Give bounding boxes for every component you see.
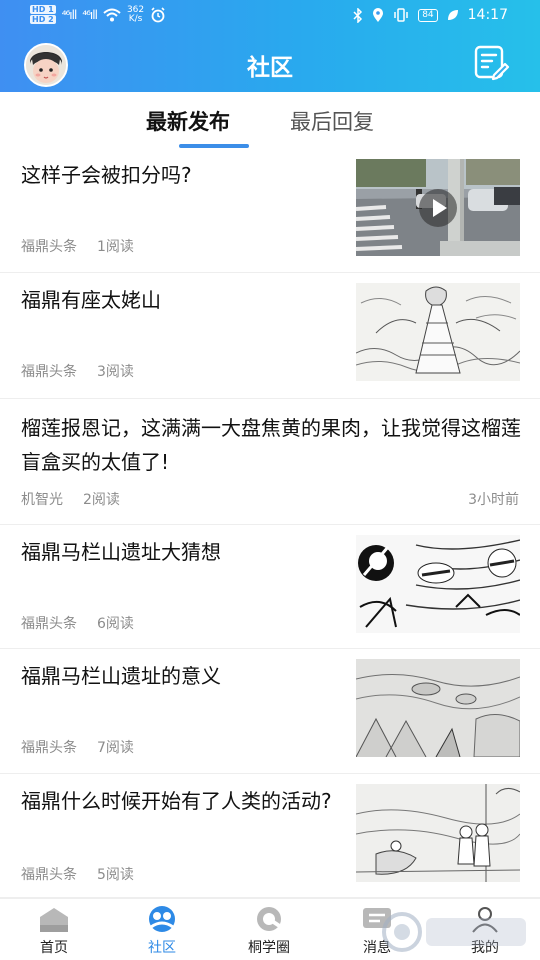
sim1-badge: HD 1 [30,5,56,14]
post-meta: 福鼎头条 3阅读 [21,361,154,381]
post-source: 福鼎头条 [21,867,77,883]
tab-community[interactable]: 社区 [127,905,197,957]
bottom-tab-bar: 首页 社区 桐学圈 消息 我的 [0,898,540,960]
sketch-goddess-image [356,283,520,381]
tab-last-reply[interactable]: 最后回复 [290,106,374,136]
community-icon [149,906,175,932]
post-reads: 2阅读 [83,492,120,508]
post-thumbnail-video[interactable] [356,159,520,256]
post-source: 机智光 [21,492,63,508]
signal1-icon: ⁴⁶ıll [61,7,78,22]
message-icon [363,908,391,928]
profile-icon [472,907,498,933]
post-meta: 福鼎头条 5阅读 [21,864,154,884]
alarm-icon [151,6,165,22]
post-item[interactable]: 榴莲报恩记，这满满一大盘焦黄的果肉，让我觉得这榴莲盲盒买的太值了! 机智光 2阅读… [0,399,540,525]
play-icon [419,189,457,227]
sketch-landscape-image [356,659,520,757]
feed-tabs: 最新发布 最后回复 [0,100,540,152]
circle-icon [257,907,283,931]
post-title: 榴莲报恩记，这满满一大盘焦黄的果肉，让我觉得这榴莲盲盒买的太值了! [21,416,521,474]
post-thumbnail[interactable] [356,659,520,757]
tab-circle[interactable]: 桐学圈 [234,905,304,957]
compose-post-button[interactable] [472,44,510,82]
signal2-icon: ⁴⁶ıll [82,7,98,22]
tab-home-label: 首页 [40,940,68,956]
post-reads: 5阅读 [97,867,134,883]
wifi-icon [103,8,121,21]
post-title: 福鼎什么时候开始有了人类的活动? [21,789,332,813]
post-source: 福鼎头条 [21,740,77,756]
active-tab-indicator [179,144,249,148]
post-title: 福鼎马栏山遗址的意义 [21,664,221,688]
post-title: 福鼎有座太姥山 [21,288,161,312]
post-meta: 福鼎头条 6阅读 [21,613,154,633]
tab-messages-label: 消息 [363,940,391,956]
post-reads: 6阅读 [97,616,134,632]
sketch-prehistoric-image [356,784,520,882]
tab-latest-posts[interactable]: 最新发布 [146,106,230,136]
post-title: 这样子会被扣分吗? [21,163,192,187]
post-meta: 福鼎头条 7阅读 [21,737,154,757]
tab-profile[interactable]: 我的 [450,905,520,957]
post-title: 福鼎马栏山遗址大猜想 [21,540,221,564]
tab-circle-label: 桐学圈 [248,940,290,956]
speed-unit: K/s [128,13,143,24]
vibrate-icon [394,8,408,22]
post-item[interactable]: 福鼎马栏山遗址大猜想 福鼎头条 6阅读 [0,525,540,649]
post-source: 福鼎头条 [21,239,77,255]
tab-community-label: 社区 [148,940,176,956]
home-icon [40,908,68,932]
sketch-site-image [356,535,520,633]
post-meta: 福鼎头条 1阅读 [21,236,154,256]
post-source: 福鼎头条 [21,616,77,632]
post-thumbnail[interactable] [356,784,520,882]
post-reads: 1阅读 [97,239,134,255]
post-item[interactable]: 福鼎有座太姥山 福鼎头条 3阅读 [0,273,540,399]
leaf-icon [447,10,458,20]
post-reads: 3阅读 [97,364,134,380]
page-title: 社区 [247,55,293,81]
tab-messages[interactable]: 消息 [342,905,412,957]
post-source: 福鼎头条 [21,364,77,380]
sim2-badge: HD 2 [30,15,56,24]
post-reads: 7阅读 [97,740,134,756]
clock: 14:17 [467,7,508,23]
battery-indicator: 84 [418,8,438,22]
status-bar: HD 1 HD 2 ⁴⁶ıll ⁴⁶ıll 362 K/s 84 14:17 [0,0,540,32]
post-item[interactable]: 福鼎马栏山遗址的意义 福鼎头条 7阅读 [0,649,540,774]
sim-indicator: HD 1 HD 2 [30,5,56,24]
post-item[interactable]: 福鼎什么时候开始有了人类的活动? 福鼎头条 5阅读 [0,774,540,898]
post-thumbnail[interactable] [356,535,520,633]
post-thumbnail[interactable] [356,283,520,381]
post-item[interactable]: 这样子会被扣分吗? 福鼎头条 1阅读 [0,152,540,273]
bluetooth-icon [353,7,363,23]
tab-home[interactable]: 首页 [19,905,89,957]
app-header: HD 1 HD 2 ⁴⁶ıll ⁴⁶ıll 362 K/s 84 14:17 社… [0,0,540,92]
tab-profile-label: 我的 [471,940,499,956]
network-speed: 362 K/s [127,5,144,24]
location-icon [373,7,384,22]
post-meta: 机智光 2阅读 [21,489,140,509]
post-time: 3小时前 [468,492,519,508]
